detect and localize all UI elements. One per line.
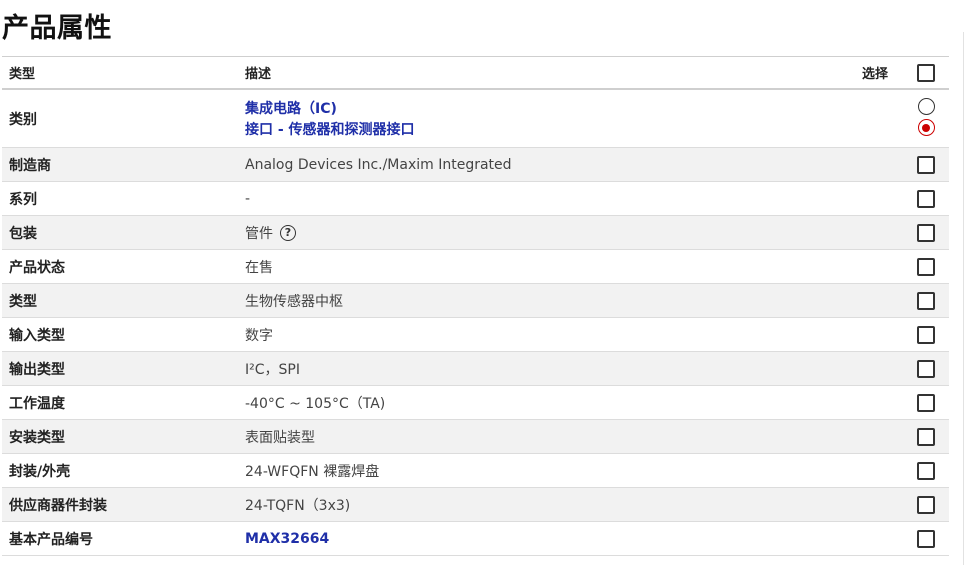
- row-description: 表面贴装型: [245, 429, 315, 446]
- question-circle-icon[interactable]: ?: [280, 224, 296, 241]
- header-description: 描述: [245, 67, 272, 82]
- row-type-label: 包装: [9, 225, 37, 242]
- row-description: 生物传感器中枢: [245, 293, 343, 310]
- row-select-checkbox[interactable]: [917, 291, 935, 310]
- page-edge-divider: [963, 32, 964, 565]
- page-title: 产品属性: [2, 13, 112, 44]
- row-select-checkbox[interactable]: [917, 257, 935, 276]
- row-description: MAX32664: [245, 522, 329, 555]
- header-select: 选择: [862, 67, 889, 82]
- table-row-mounting-type: 安装类型 表面贴装型: [2, 420, 949, 454]
- row-select-checkbox[interactable]: [917, 155, 935, 174]
- select-all-cell: [917, 57, 935, 88]
- table-row-manufacturer: 制造商 Analog Devices Inc./Maxim Integrated: [2, 148, 949, 182]
- row-description: 在售: [245, 259, 273, 276]
- row-type-label: 基本产品编号: [9, 531, 93, 548]
- row-type-label: 系列: [9, 191, 37, 208]
- row-description: -40°C ~ 105°C（TA): [245, 395, 386, 412]
- row-type-label: 类别: [9, 111, 37, 128]
- row-type-label: 封装/外壳: [9, 463, 71, 480]
- row-description: 管件 ?: [245, 216, 296, 249]
- row-select-checkbox[interactable]: [917, 325, 935, 344]
- row-select-checkbox[interactable]: [917, 393, 935, 412]
- row-select-checkbox[interactable]: [917, 189, 935, 208]
- row-select-checkbox[interactable]: [917, 461, 935, 480]
- row-description: -: [245, 190, 251, 207]
- packaging-value: 管件: [245, 225, 273, 242]
- row-type-label: 供应商器件封装: [9, 497, 107, 514]
- row-type-label: 输出类型: [9, 361, 65, 378]
- row-type-label: 类型: [9, 293, 37, 310]
- row-type-label: 工作温度: [9, 395, 65, 412]
- table-row-operating-temperature: 工作温度 -40°C ~ 105°C（TA): [2, 386, 949, 420]
- row-type-label: 安装类型: [9, 429, 65, 446]
- table-row-base-product-number: 基本产品编号 MAX32664: [2, 522, 949, 556]
- row-type-label: 输入类型: [9, 327, 65, 344]
- category-link-ic[interactable]: 集成电路（IC): [245, 98, 337, 118]
- table-row-package-case: 封装/外壳 24-WFQFN 裸露焊盘: [2, 454, 949, 488]
- product-attributes-table: 类型 描述 选择 类别 集成电路（IC) 接口 - 传感器和探测器接口 制造商 …: [2, 56, 949, 556]
- category-link-sensor-interface[interactable]: 接口 - 传感器和探测器接口: [245, 119, 415, 139]
- table-row-input-type: 输入类型 数字: [2, 318, 949, 352]
- row-select-checkbox[interactable]: [917, 427, 935, 446]
- select-all-checkbox[interactable]: [917, 63, 935, 82]
- category-radio-ic[interactable]: [917, 98, 935, 115]
- row-description: 数字: [245, 327, 273, 344]
- row-description: 24-WFQFN 裸露焊盘: [245, 463, 380, 480]
- table-row-output-type: 输出类型 I²C，SPI: [2, 352, 949, 386]
- row-select-checkbox[interactable]: [917, 495, 935, 514]
- row-type-label: 制造商: [9, 157, 51, 174]
- table-row-series: 系列 -: [2, 182, 949, 216]
- row-select-checkbox[interactable]: [917, 529, 935, 548]
- table-row-type: 类型 生物传感器中枢: [2, 284, 949, 318]
- row-description: 24-TQFN（3x3): [245, 497, 351, 514]
- row-description: Analog Devices Inc./Maxim Integrated: [245, 156, 512, 173]
- base-product-number-link[interactable]: MAX32664: [245, 531, 329, 547]
- table-row-packaging: 包装 管件 ?: [2, 216, 949, 250]
- row-description: I²C，SPI: [245, 361, 300, 378]
- category-links: 集成电路（IC) 接口 - 传感器和探测器接口: [245, 90, 415, 147]
- table-row-supplier-device-package: 供应商器件封装 24-TQFN（3x3): [2, 488, 949, 522]
- header-type: 类型: [9, 67, 36, 82]
- row-select-checkbox[interactable]: [917, 223, 935, 242]
- table-row-product-status: 产品状态 在售: [2, 250, 949, 284]
- category-radio-group: [917, 98, 935, 136]
- row-type-label: 产品状态: [9, 259, 65, 276]
- table-header-row: 类型 描述 选择: [2, 57, 949, 90]
- category-radio-sensor-interface[interactable]: [917, 119, 935, 136]
- row-select-checkbox[interactable]: [917, 359, 935, 378]
- table-row-category: 类别 集成电路（IC) 接口 - 传感器和探测器接口: [2, 90, 949, 148]
